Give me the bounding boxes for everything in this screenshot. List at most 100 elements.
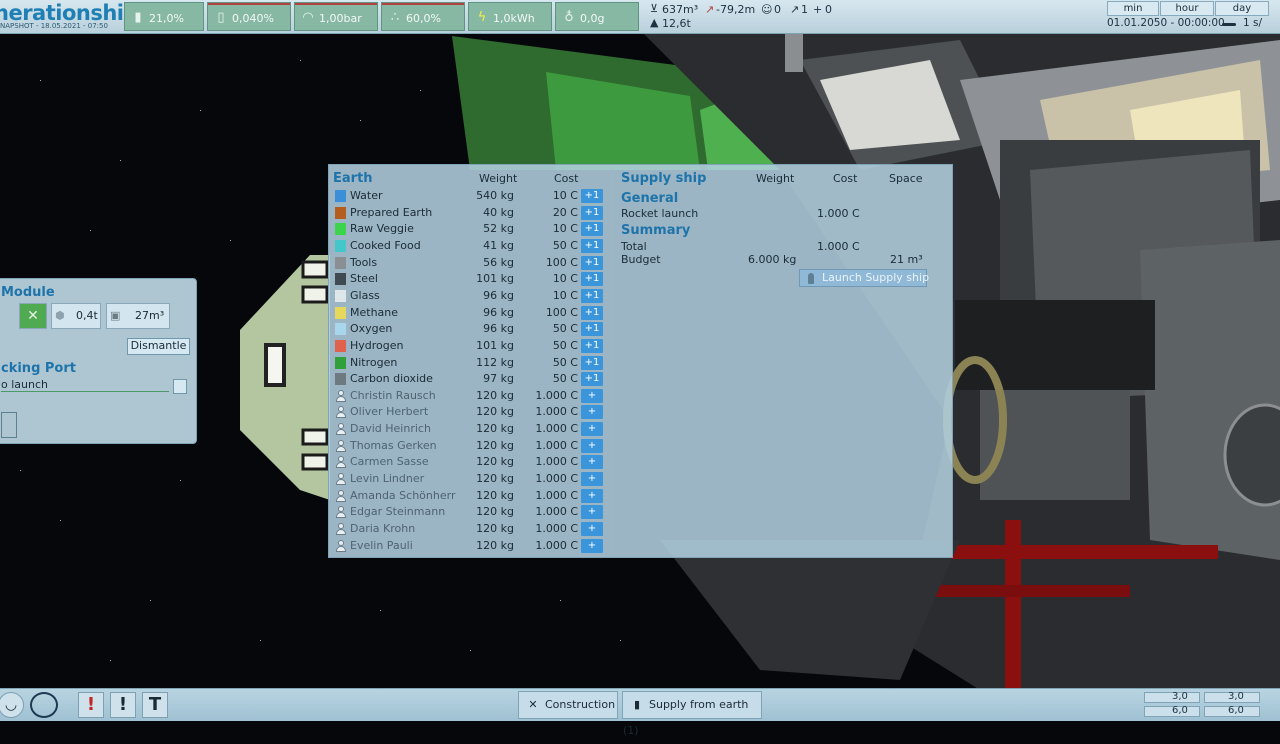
total-label: Total bbox=[621, 240, 647, 253]
resource-row: Steel 101 kg 10 C +1 bbox=[329, 271, 612, 287]
percent-icon: ▯ bbox=[217, 10, 225, 25]
crew-row: David Heinrich 120 kg 1.000 C + bbox=[329, 421, 612, 437]
stat-energy[interactable]: ϟ 1,0kWh bbox=[468, 2, 552, 31]
cargo-slot[interactable] bbox=[1, 412, 17, 438]
budget-space: 21 m³ bbox=[890, 253, 923, 266]
add-button[interactable]: + bbox=[581, 488, 603, 503]
alert-red-icon[interactable]: ! bbox=[78, 692, 104, 718]
game-speed: 1 s/ bbox=[1243, 17, 1263, 29]
resource-row: Water 540 kg 10 C +1 bbox=[329, 188, 612, 204]
launch-supply-ship-button[interactable]: Launch Supply ship bbox=[799, 269, 929, 287]
item-cost: 10 C bbox=[552, 288, 578, 302]
stat-pressure[interactable]: ◠ 1,00bar bbox=[294, 2, 378, 31]
item-cost: 50 C bbox=[552, 355, 578, 369]
add-button[interactable]: + bbox=[581, 422, 603, 437]
add-button[interactable]: +1 bbox=[581, 205, 603, 220]
item-name: Amanda Schönherr bbox=[350, 488, 456, 502]
time-hour-button[interactable]: hour bbox=[1160, 1, 1214, 16]
wrench-icon: ✕ bbox=[528, 698, 538, 711]
ship-col-weight: Weight bbox=[756, 172, 795, 185]
add-button[interactable]: +1 bbox=[581, 272, 603, 287]
add-button[interactable]: +1 bbox=[581, 222, 603, 237]
item-weight: 97 kg bbox=[483, 372, 514, 386]
stat-energy-value: 1,0kWh bbox=[493, 12, 535, 25]
station-mass: 12,6t bbox=[662, 17, 691, 30]
speed-slider[interactable] bbox=[1222, 23, 1236, 26]
crew-row: Edgar Steinmann 120 kg 1.000 C + bbox=[329, 504, 612, 520]
item-name: Thomas Gerken bbox=[350, 438, 437, 452]
add-button[interactable]: + bbox=[581, 405, 603, 420]
add-button[interactable]: + bbox=[581, 505, 603, 520]
item-name: Oxygen bbox=[350, 322, 393, 336]
construction-label: Construction bbox=[545, 698, 616, 711]
crew-row: Daria Krohn 120 kg 1.000 C + bbox=[329, 521, 612, 537]
add-button[interactable]: +1 bbox=[581, 288, 603, 303]
item-cost: 1.000 C bbox=[535, 455, 578, 469]
add-button[interactable]: +1 bbox=[581, 322, 603, 337]
module-title: Module bbox=[1, 285, 55, 300]
crew-icon: ☺ bbox=[761, 3, 773, 16]
item-name: Methane bbox=[350, 305, 399, 319]
circle-icon[interactable] bbox=[30, 692, 58, 718]
construction-tab[interactable]: ✕ Construction bbox=[518, 691, 618, 719]
earth-col-cost: Cost bbox=[554, 172, 579, 185]
add-button[interactable]: + bbox=[581, 538, 603, 553]
stat-oxygen[interactable]: ▮ 21,0% bbox=[124, 2, 204, 31]
item-weight: 96 kg bbox=[483, 305, 514, 319]
item-weight: 540 kg bbox=[476, 189, 514, 202]
general-title: General bbox=[621, 191, 679, 206]
add-button[interactable]: + bbox=[581, 438, 603, 453]
item-cost: 10 C bbox=[552, 272, 578, 286]
add-button[interactable]: +1 bbox=[581, 255, 603, 270]
stat-gravity[interactable]: ♁ 0,0g bbox=[555, 2, 639, 31]
volume-icon: ⊻ bbox=[650, 2, 659, 15]
station-info: ⊻ 637m³ ▲ 12,6t ↗ -79,2m ☺ 0 ↗ 1 + 0 bbox=[648, 2, 878, 32]
item-weight: 120 kg bbox=[476, 472, 514, 486]
add-button[interactable]: +1 bbox=[581, 372, 603, 387]
resource-icon bbox=[335, 239, 346, 252]
stat-humidity[interactable]: ∴ 60,0% bbox=[381, 2, 465, 31]
resource-icon bbox=[335, 373, 346, 386]
total-cost: 1.000 C bbox=[817, 240, 860, 253]
supply-ship-section: Supply ship Weight Cost Space General Ro… bbox=[613, 165, 953, 557]
add-button[interactable]: + bbox=[581, 455, 603, 470]
stat-co2[interactable]: ▯ 0,040% bbox=[207, 2, 291, 31]
supply-from-earth-tab[interactable]: ▮ Supply from earth (1) bbox=[622, 691, 762, 737]
item-cost: 1.000 C bbox=[535, 538, 578, 552]
add-button[interactable]: +1 bbox=[581, 355, 603, 370]
add-button[interactable]: +1 bbox=[581, 189, 603, 203]
item-name: Edgar Steinmann bbox=[350, 505, 446, 519]
crew-row: Amanda Schönherr 120 kg 1.000 C + bbox=[329, 488, 612, 504]
stat-co2-value: 0,040% bbox=[232, 12, 274, 25]
resource-a2: 6,0 bbox=[1172, 705, 1188, 716]
item-cost: 1.000 C bbox=[535, 438, 578, 452]
time-min-button[interactable]: min bbox=[1107, 1, 1159, 16]
item-weight: 120 kg bbox=[476, 422, 514, 436]
person-icon bbox=[336, 473, 346, 486]
tool-icon[interactable]: T bbox=[142, 692, 168, 718]
add-button[interactable]: +1 bbox=[581, 238, 603, 253]
add-button[interactable]: + bbox=[581, 522, 603, 536]
rocket-button[interactable] bbox=[173, 379, 187, 394]
item-name: David Heinrich bbox=[350, 422, 431, 436]
add-button[interactable]: +1 bbox=[581, 338, 603, 353]
person-icon bbox=[336, 506, 346, 519]
resource-row: Methane 96 kg 100 C +1 bbox=[329, 305, 612, 321]
add-button[interactable]: +1 bbox=[581, 305, 603, 320]
alert-icon[interactable]: ! bbox=[110, 692, 136, 718]
earth-col-weight: Weight bbox=[479, 172, 518, 185]
item-name: Oliver Herbert bbox=[350, 405, 429, 419]
supply-ship-title: Supply ship bbox=[621, 171, 707, 186]
orbit-icon[interactable]: ◡ bbox=[0, 692, 24, 718]
dismantle-button[interactable]: Dismantle bbox=[127, 338, 190, 355]
add-button[interactable]: + bbox=[581, 388, 603, 403]
resource-b1: 3,0 bbox=[1228, 691, 1244, 702]
wrench-icon[interactable]: ✕ bbox=[19, 303, 47, 329]
resource-icon bbox=[335, 190, 346, 202]
time-day-button[interactable]: day bbox=[1215, 1, 1269, 16]
add-button[interactable]: + bbox=[581, 472, 603, 487]
humidity-icon: ∴ bbox=[390, 10, 400, 25]
earth-title: Earth bbox=[333, 171, 373, 186]
supply-panel: Earth Weight Cost Water 540 kg 10 C +1 Prepa… bbox=[328, 164, 953, 558]
item-cost: 1.000 C bbox=[535, 522, 578, 535]
